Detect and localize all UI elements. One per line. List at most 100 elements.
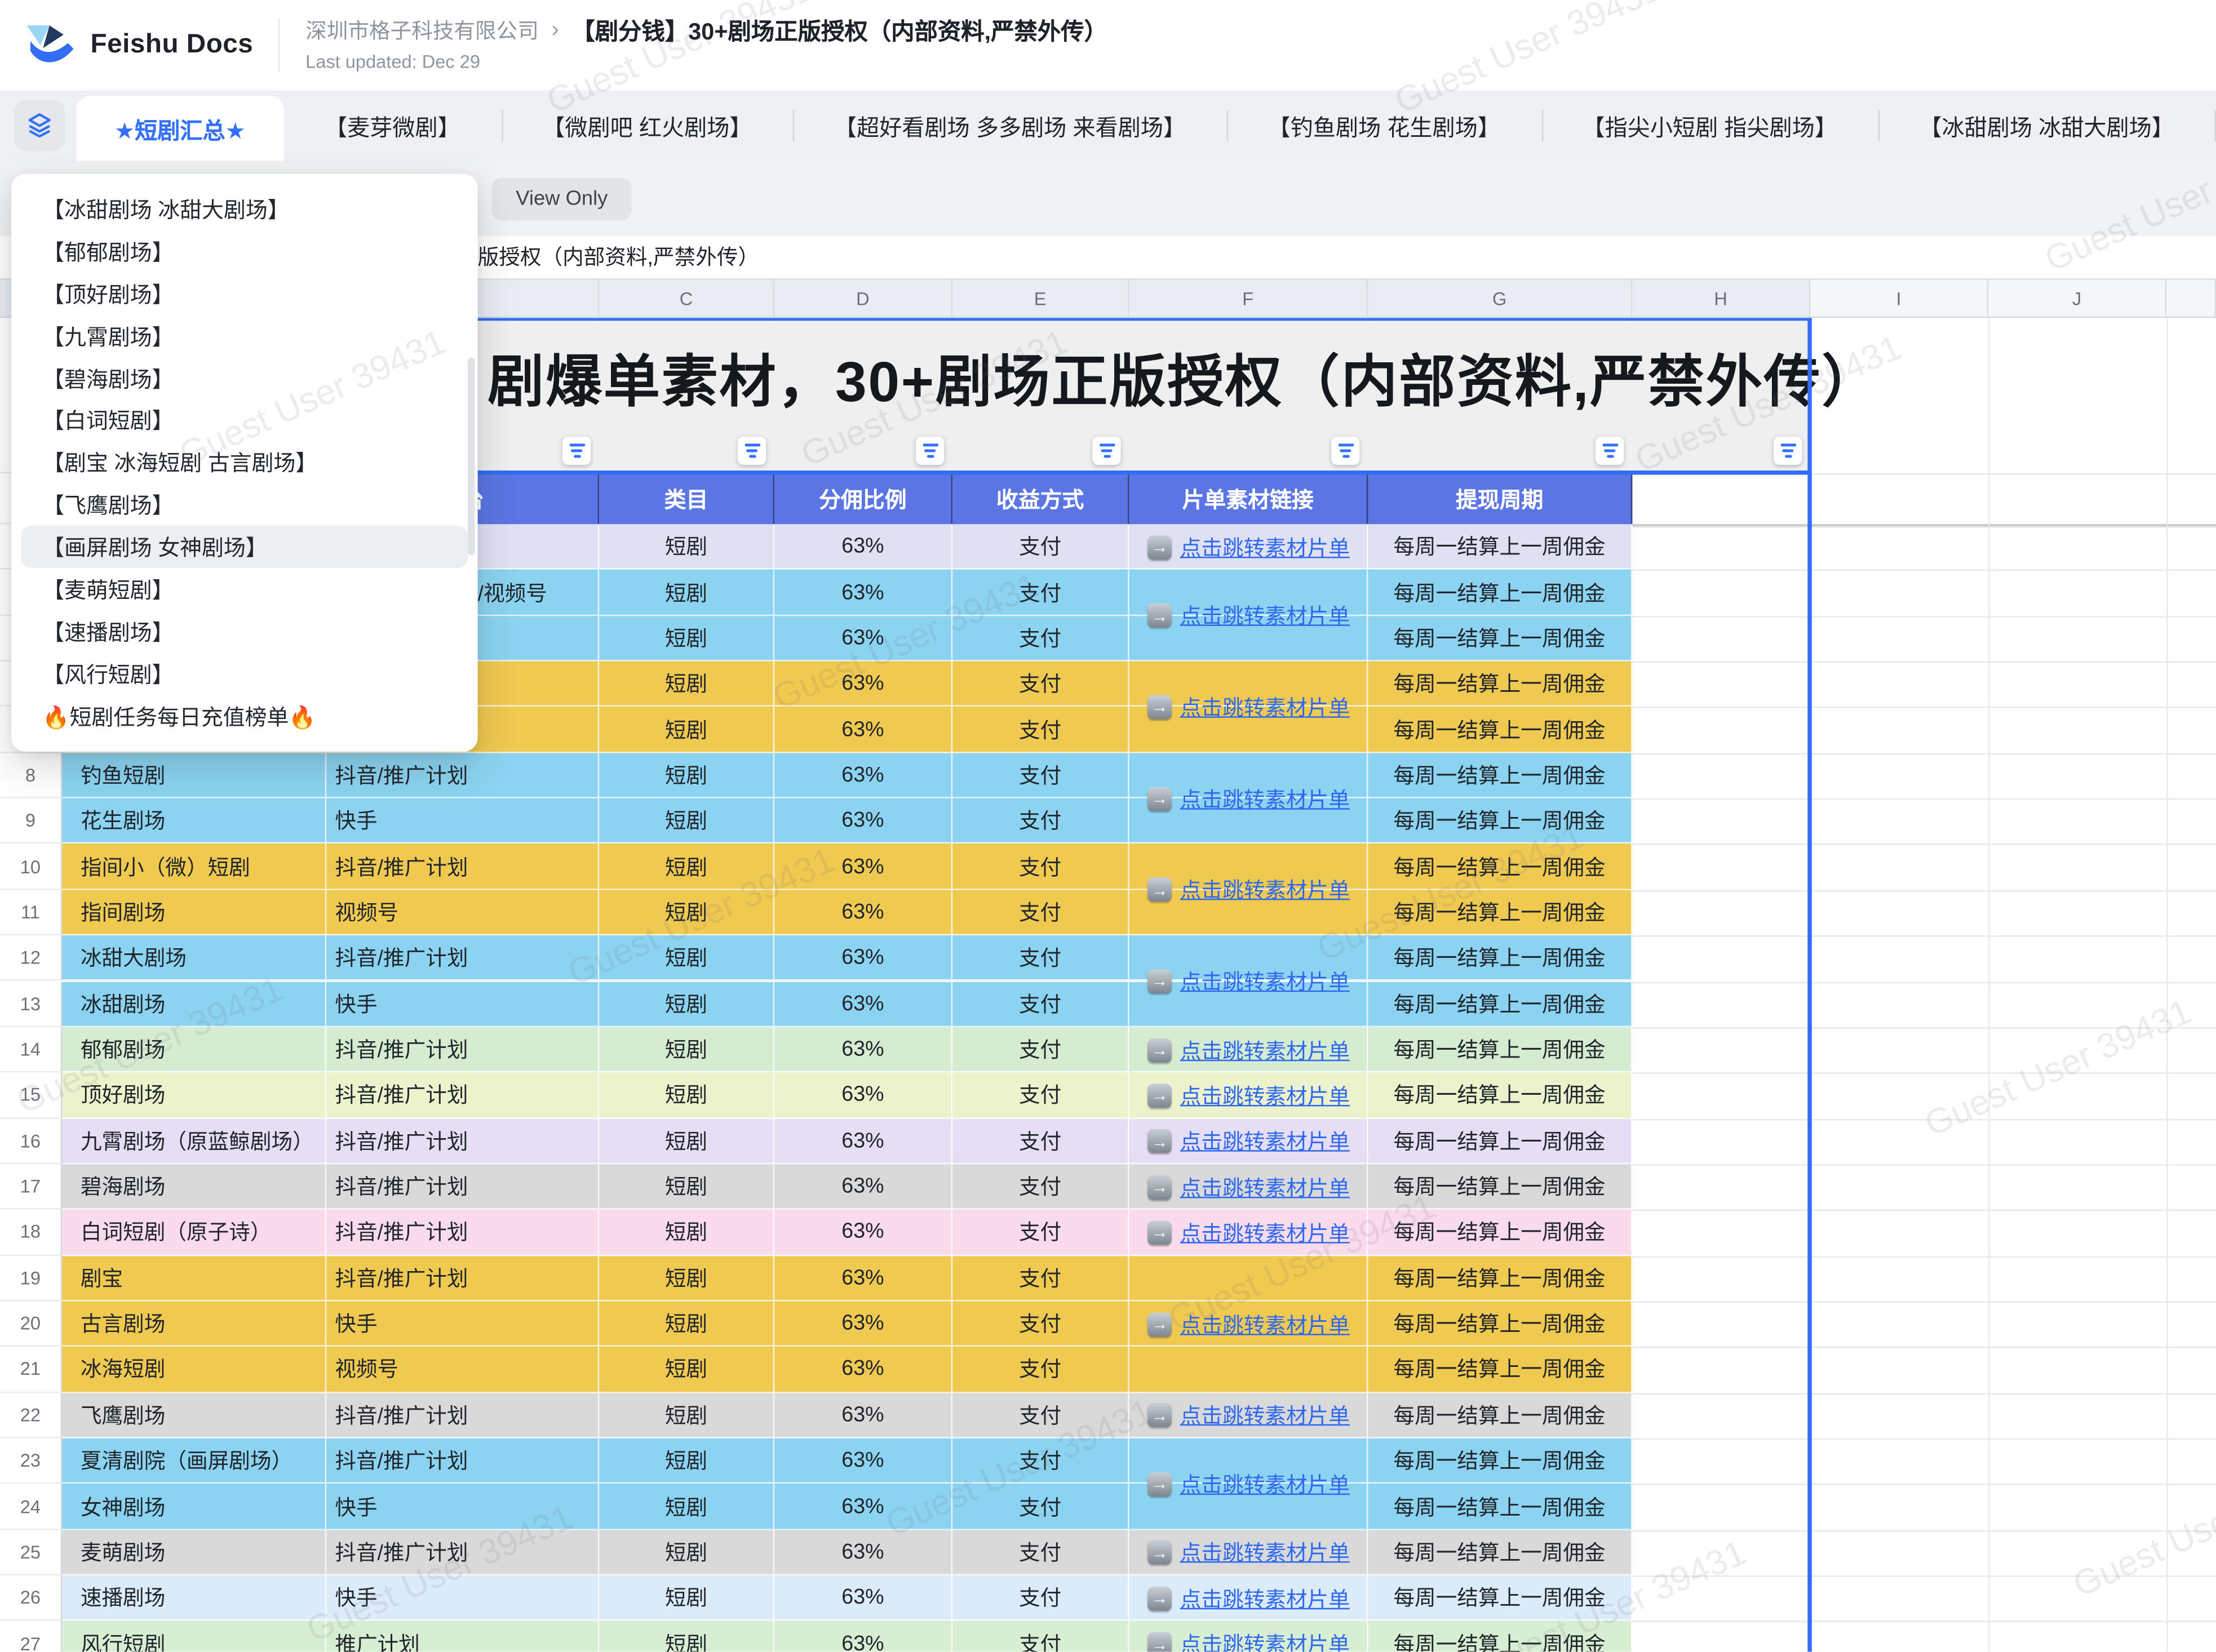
material-link[interactable]: →点击跳转素材片单 <box>1129 1210 1368 1255</box>
filter-icon[interactable] <box>1092 437 1120 465</box>
sheet-menu-item[interactable]: 【速播剧场】 <box>11 610 478 652</box>
column-letter-E[interactable]: E <box>952 280 1129 317</box>
material-link-text[interactable]: 点击跳转素材片单 <box>1180 532 1350 562</box>
dropdown-scrollbar[interactable] <box>468 357 475 555</box>
row-number[interactable]: 19 <box>0 1255 62 1301</box>
filter-icon[interactable] <box>1331 437 1359 465</box>
sheet-menu-item[interactable]: 【顶好剧场】 <box>11 272 478 314</box>
row-number[interactable]: 22 <box>0 1393 62 1438</box>
row-number[interactable]: 13 <box>0 982 62 1027</box>
column-letter-D[interactable]: D <box>774 280 952 317</box>
sheet-tab[interactable]: 【指尖小短剧 指尖剧场】 <box>1541 90 1878 161</box>
material-link-text[interactable]: 点击跳转素材片单 <box>1180 1035 1350 1065</box>
row-number[interactable]: 21 <box>0 1347 62 1393</box>
row-number[interactable]: 8 <box>0 753 62 798</box>
material-link[interactable]: →点击跳转素材片单 <box>1129 1073 1368 1118</box>
material-link-merged[interactable]: →点击跳转素材片单 <box>1129 1438 1368 1530</box>
sheet-tab[interactable]: 【钓鱼剧场 花生剧场】 <box>1227 90 1541 161</box>
material-link-merged[interactable]: →点击跳转素材片单 <box>1129 570 1368 661</box>
sheet-menu-item[interactable]: 🔥短剧任务每日充值榜单🔥 <box>11 695 478 737</box>
gridline <box>1632 1621 2216 1623</box>
material-link-text[interactable]: 点击跳转素材片单 <box>1180 601 1350 630</box>
material-link[interactable]: →点击跳转素材片单 <box>1129 1164 1368 1210</box>
material-link-text[interactable]: 点击跳转素材片单 <box>1180 1538 1350 1567</box>
row-number[interactable]: 17 <box>0 1164 62 1210</box>
material-link-text[interactable]: 点击跳转素材片单 <box>1180 875 1350 905</box>
column-letter-J[interactable]: J <box>1988 280 2166 317</box>
material-link-text[interactable]: 点击跳转素材片单 <box>1180 1218 1350 1247</box>
material-link[interactable]: →点击跳转素材片单 <box>1129 1530 1368 1575</box>
filter-icon[interactable] <box>1595 437 1624 465</box>
sheet-menu-item[interactable]: 【风行短剧】 <box>11 652 478 695</box>
row-number[interactable]: 18 <box>0 1210 62 1255</box>
filter-icon[interactable] <box>916 437 944 465</box>
row-number[interactable]: 20 <box>0 1301 62 1347</box>
sheet-menu-item[interactable]: 【郁郁剧场】 <box>11 230 478 272</box>
material-link-text[interactable]: 点击跳转素材片单 <box>1180 784 1350 814</box>
row-number[interactable]: 9 <box>0 798 62 844</box>
material-link[interactable]: → 点击跳转素材片单 <box>1129 1621 1368 1651</box>
sheet-menu-item[interactable]: 【九霄剧场】 <box>11 314 478 357</box>
cell-payout: 支付 <box>952 982 1129 1027</box>
sheet-tab[interactable]: 【超好看剧场 多多剧场 来看剧场】 <box>793 90 1227 161</box>
material-link-text[interactable]: 点击跳转素材片单 <box>1180 1172 1350 1202</box>
column-letter-G[interactable]: G <box>1368 280 1632 317</box>
sheet-tab[interactable]: 【冰甜剧场 冰甜大剧场】 <box>1878 90 2215 161</box>
filter-icon[interactable] <box>562 437 591 465</box>
material-link-merged[interactable]: →点击跳转素材片单 <box>1129 844 1368 935</box>
row-number[interactable]: 10 <box>0 844 62 890</box>
cell-commission: 63% <box>774 982 952 1027</box>
row-number[interactable]: 23 <box>0 1438 62 1484</box>
tab-active-summary[interactable]: ★短剧汇总★ <box>76 96 283 161</box>
row-number[interactable]: 27 <box>0 1621 62 1651</box>
row-number[interactable]: 24 <box>0 1484 62 1530</box>
sheet-menu-item[interactable]: 【麦萌短剧】 <box>11 568 478 610</box>
material-link-text[interactable]: 点击跳转素材片单 <box>1180 1309 1350 1339</box>
column-letter-cell[interactable] <box>2166 280 2216 317</box>
sheet-menu-item[interactable]: 【剧宝 冰海短剧 古言剧场】 <box>11 441 478 483</box>
material-link-text[interactable]: 点击跳转素材片单 <box>1180 1401 1350 1431</box>
material-link-text[interactable]: 点击跳转素材片单 <box>1180 1629 1350 1652</box>
row-number[interactable]: 26 <box>0 1575 62 1621</box>
filter-icon[interactable] <box>738 437 766 465</box>
gridline <box>1632 707 2216 709</box>
sheet-menu-item[interactable]: 【碧海剧场】 <box>11 357 478 399</box>
material-link[interactable]: →点击跳转素材片单 <box>1129 1575 1368 1621</box>
material-link-text[interactable]: 点击跳转素材片单 <box>1180 1081 1350 1111</box>
material-link[interactable]: →点击跳转素材片单 <box>1129 1118 1368 1164</box>
sheet-tab[interactable]: 【微剧吧 红火剧场】 <box>502 90 794 161</box>
material-link-merged[interactable]: →点击跳转素材片单 <box>1129 1255 1368 1392</box>
row-number[interactable]: 14 <box>0 1027 62 1073</box>
material-link-text[interactable]: 点击跳转素材片单 <box>1180 966 1350 996</box>
row-number[interactable]: 11 <box>0 890 62 935</box>
sheet-menu-item[interactable]: 【画屏剧场 女神剧场】 <box>21 526 468 568</box>
sheet-menu-item[interactable]: 【飞鹰剧场】 <box>11 483 478 526</box>
column-letter-C[interactable]: C <box>599 280 774 317</box>
row-number[interactable]: 25 <box>0 1530 62 1575</box>
row-number[interactable]: 16 <box>0 1118 62 1164</box>
sheet-list-button[interactable] <box>14 100 65 151</box>
cell-period: 每周一结算上一周佣金 <box>1368 982 1632 1027</box>
column-letter-F[interactable]: F <box>1129 280 1368 317</box>
material-link-text[interactable]: 点击跳转素材片单 <box>1180 692 1350 722</box>
material-link-text[interactable]: 点击跳转素材片单 <box>1180 1126 1350 1156</box>
sheet-menu-item[interactable]: 【白词短剧】 <box>11 399 478 441</box>
material-link-merged[interactable]: →点击跳转素材片单 <box>1129 753 1368 844</box>
breadcrumb-company[interactable]: 深圳市格子科技有限公司 <box>305 19 539 47</box>
material-link[interactable]: →点击跳转素材片单 <box>1129 1393 1368 1438</box>
row-number[interactable]: 15 <box>0 1073 62 1118</box>
sheet-menu-item[interactable]: 【冰甜剧场 冰甜大剧场】 <box>11 188 478 230</box>
material-link-text[interactable]: 点击跳转素材片单 <box>1180 1469 1350 1499</box>
material-link-merged[interactable]: →点击跳转素材片单 <box>1129 935 1368 1027</box>
material-link[interactable]: →点击跳转素材片单 <box>1129 1027 1368 1073</box>
material-link[interactable]: →点击跳转素材片单 <box>1129 524 1368 570</box>
cell-name: 古言剧场 <box>62 1301 326 1347</box>
material-link-text[interactable]: 点击跳转素材片单 <box>1180 1583 1350 1613</box>
material-link-merged[interactable]: →点击跳转素材片单 <box>1129 661 1368 753</box>
row-number[interactable]: 12 <box>0 935 62 981</box>
column-letter-I[interactable]: I <box>1810 280 1988 317</box>
filter-icon[interactable] <box>1774 437 1802 465</box>
jump-arrow-icon: → <box>1147 1632 1172 1652</box>
sheet-tab[interactable]: 【麦芽微剧】 <box>283 90 501 161</box>
column-letter-H[interactable]: H <box>1632 280 1810 317</box>
